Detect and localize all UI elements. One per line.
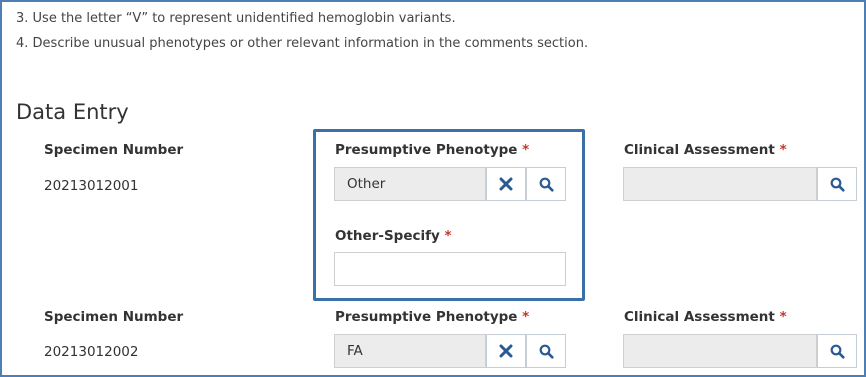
close-icon bbox=[499, 344, 513, 358]
instruction-line-3: 3. Use the letter “V” to represent unide… bbox=[16, 11, 456, 26]
search-icon bbox=[539, 344, 554, 359]
lookup-assessment-button[interactable] bbox=[817, 167, 857, 201]
clinical-assessment-label: Clinical Assessment * bbox=[624, 309, 787, 325]
clinical-assessment-label: Clinical Assessment * bbox=[624, 142, 787, 158]
lookup-assessment-button[interactable] bbox=[817, 334, 857, 368]
highlight-box bbox=[313, 129, 585, 301]
search-icon bbox=[830, 344, 845, 359]
clinical-assessment-field[interactable] bbox=[623, 334, 817, 368]
presumptive-phenotype-field[interactable]: FA bbox=[334, 334, 486, 368]
lookup-phenotype-button[interactable] bbox=[526, 334, 566, 368]
data-entry-panel: 3. Use the letter “V” to represent unide… bbox=[0, 0, 866, 377]
specimen-number-value: 20213012001 bbox=[44, 178, 139, 194]
specimen-number-label: Specimen Number bbox=[44, 142, 184, 158]
clinical-assessment-field[interactable] bbox=[623, 167, 817, 201]
clear-phenotype-button[interactable] bbox=[486, 334, 526, 368]
instruction-line-4: 4. Describe unusual phenotypes or other … bbox=[16, 36, 589, 51]
specimen-number-label: Specimen Number bbox=[44, 309, 184, 325]
section-title: Data Entry bbox=[16, 100, 129, 124]
specimen-number-value: 20213012002 bbox=[44, 344, 139, 360]
presumptive-phenotype-label: Presumptive Phenotype * bbox=[335, 309, 530, 325]
search-icon bbox=[830, 177, 845, 192]
